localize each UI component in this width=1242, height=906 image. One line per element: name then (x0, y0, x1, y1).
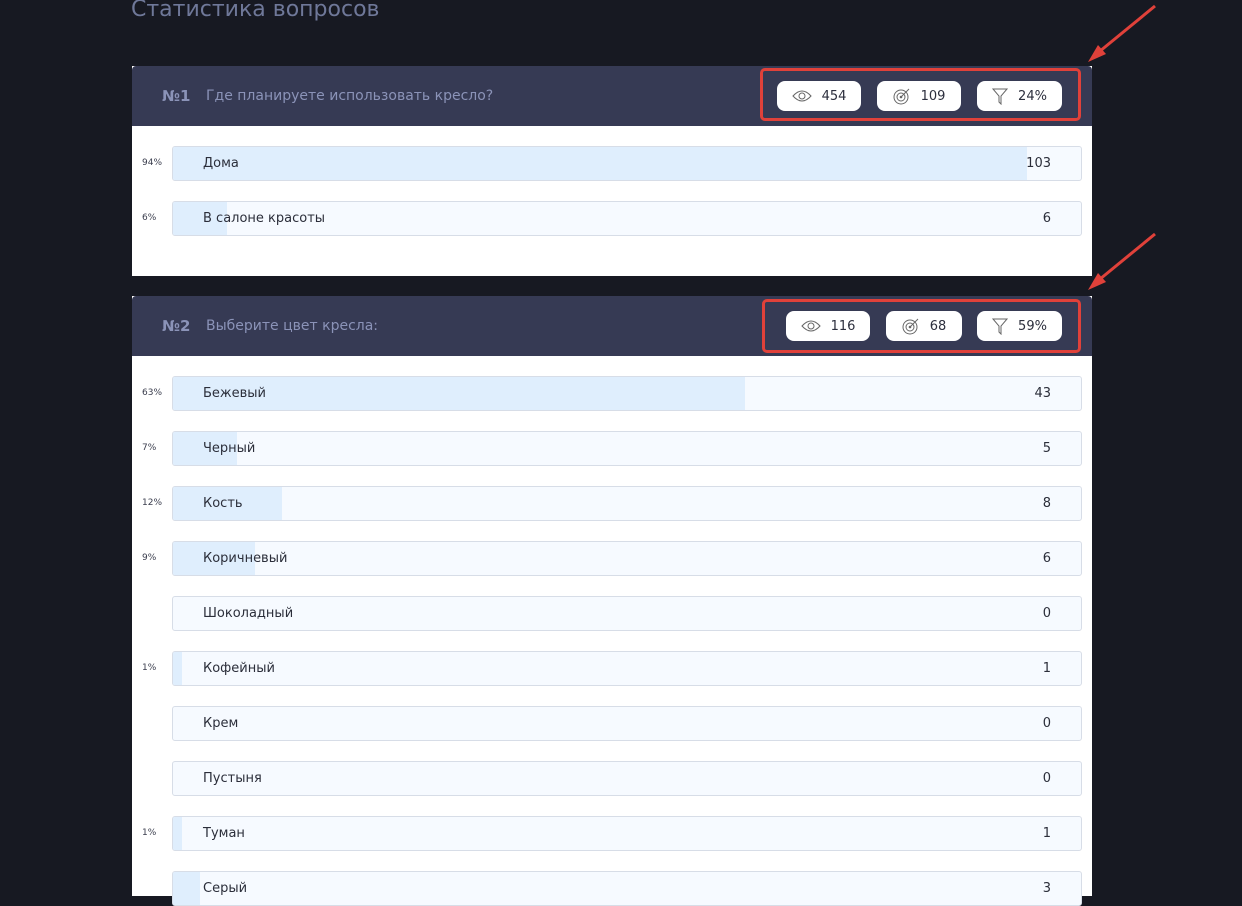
question-text: Выберите цвет кресла: (206, 318, 379, 334)
option-bar: Кость 8 (172, 486, 1082, 521)
option-bar: Серый 3 (172, 871, 1082, 906)
option-label: Пустыня (203, 771, 262, 786)
option-bar: В салоне красоты 6 (172, 201, 1082, 236)
option-label: Дома (203, 156, 239, 171)
option-count: 1 (1042, 661, 1051, 676)
option-bar-fill (173, 147, 1027, 180)
option-count: 3 (1042, 881, 1051, 896)
stats-highlight-box (760, 68, 1081, 121)
option-count: 0 (1042, 716, 1051, 731)
option-percent: 94% (142, 158, 163, 168)
option-row: Пустыня 0 (132, 761, 1092, 796)
option-count: 1 (1042, 826, 1051, 841)
option-label: Кофейный (203, 661, 275, 676)
option-percent: 7% (142, 443, 157, 453)
annotation-arrow (1088, 232, 1156, 290)
option-percent: 1% (142, 663, 157, 673)
question-number: №2 (162, 317, 191, 335)
question-card-2: №2 Выберите цвет кресла: 116 68 59% 63% … (132, 296, 1092, 906)
option-bar: Коричневый 6 (172, 541, 1082, 576)
option-bar: Крем 0 (172, 706, 1082, 741)
option-bar: Черный 5 (172, 431, 1082, 466)
question-number: №1 (162, 87, 191, 105)
annotation-arrow (1088, 4, 1156, 62)
option-bar-fill (173, 652, 183, 685)
option-bar: Дома 103 (172, 146, 1082, 181)
option-bar-fill (173, 872, 201, 905)
question-text: Где планируете использовать кресло? (206, 88, 494, 104)
page-title: Статистика вопросов (131, 0, 380, 22)
option-bar: Шоколадный 0 (172, 596, 1082, 631)
option-bar: Пустыня 0 (172, 761, 1082, 796)
option-count: 6 (1042, 211, 1051, 226)
option-bar: Бежевый 43 (172, 376, 1082, 411)
option-percent: 6% (142, 213, 157, 223)
option-row: 7% Черный 5 (132, 431, 1092, 466)
option-row: 1% Туман 1 (132, 816, 1092, 851)
option-label: В салоне красоты (203, 211, 326, 226)
option-row: 6% В салоне красоты 6 (132, 201, 1092, 236)
option-label: Крем (203, 716, 239, 731)
option-row: Шоколадный 0 (132, 596, 1092, 631)
option-percent: 12% (142, 498, 163, 508)
option-count: 103 (1026, 156, 1051, 171)
option-count: 43 (1034, 386, 1051, 401)
option-label: Туман (203, 826, 245, 841)
option-bar-fill (173, 817, 183, 850)
option-count: 0 (1042, 771, 1051, 786)
option-count: 8 (1042, 496, 1051, 511)
option-count: 6 (1042, 551, 1051, 566)
option-count: 5 (1042, 441, 1051, 456)
option-row: 9% Коричневый 6 (132, 541, 1092, 576)
option-row: 94% Дома 103 (132, 146, 1092, 181)
option-bar: Кофейный 1 (172, 651, 1082, 686)
option-percent: 1% (142, 828, 157, 838)
option-row: Серый 3 (132, 871, 1092, 906)
option-row: 1% Кофейный 1 (132, 651, 1092, 686)
option-count: 0 (1042, 606, 1051, 621)
option-label: Шоколадный (203, 606, 294, 621)
option-percent: 63% (142, 388, 163, 398)
option-row: 12% Кость 8 (132, 486, 1092, 521)
option-label: Черный (203, 441, 256, 456)
option-label: Кость (203, 496, 243, 511)
option-bar: Туман 1 (172, 816, 1082, 851)
option-row: 63% Бежевый 43 (132, 376, 1092, 411)
option-label: Бежевый (203, 386, 267, 401)
option-label: Серый (203, 881, 248, 896)
option-row: Крем 0 (132, 706, 1092, 741)
option-label: Коричневый (203, 551, 288, 566)
option-percent: 9% (142, 553, 157, 563)
stats-highlight-box (762, 299, 1081, 353)
